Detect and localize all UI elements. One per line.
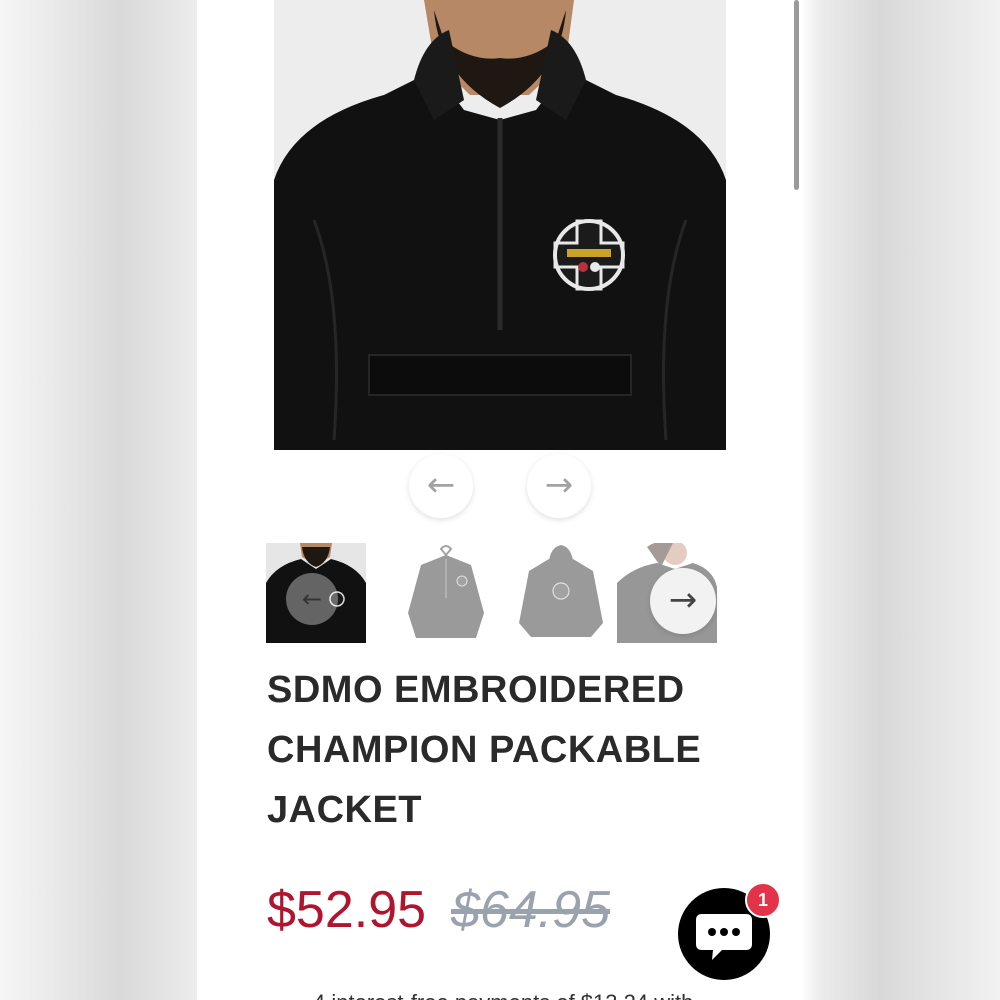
arrow-left-icon: ← xyxy=(426,465,456,505)
product-title-line-3: JACKET xyxy=(267,789,423,831)
thumbnail-2[interactable] xyxy=(396,543,496,643)
thumbnails-next-button[interactable]: → xyxy=(650,568,716,634)
product-title-line-2: CHAMPION PACKABLE xyxy=(267,729,702,771)
product-page: ← → ← → SDMO EMBROIDERED CHAMPION PACKAB… xyxy=(197,0,803,1000)
gallery-next-button[interactable]: → xyxy=(527,454,591,518)
sale-price: $52.95 xyxy=(267,881,427,939)
arrow-right-icon: → xyxy=(668,580,698,620)
background-right xyxy=(800,0,1000,1000)
product-title-line-1: SDMO EMBROIDERED xyxy=(267,669,685,711)
thumbnail-jacket-back xyxy=(511,543,611,643)
product-title: SDMO EMBROIDERED CHAMPION PACKABLE JACKE… xyxy=(267,660,767,840)
jacket-photo xyxy=(274,0,726,450)
scrollbar[interactable] xyxy=(794,0,799,190)
compare-at-price: $64.95 xyxy=(451,881,611,939)
thumbnail-model-front: ← xyxy=(266,543,366,643)
thumbnail-1[interactable]: ← xyxy=(266,543,366,643)
arrow-right-icon: → xyxy=(544,465,574,505)
svg-text:←: ← xyxy=(302,585,322,613)
chat-notification-badge: 1 xyxy=(745,882,781,918)
gallery-prev-button[interactable]: ← xyxy=(409,454,473,518)
thumbnail-3[interactable] xyxy=(511,543,611,643)
installment-text: 4 interest-free payments of $13.24 with xyxy=(313,990,693,1000)
thumbnail-hanger-front xyxy=(396,543,496,643)
product-main-image[interactable] xyxy=(274,0,726,450)
